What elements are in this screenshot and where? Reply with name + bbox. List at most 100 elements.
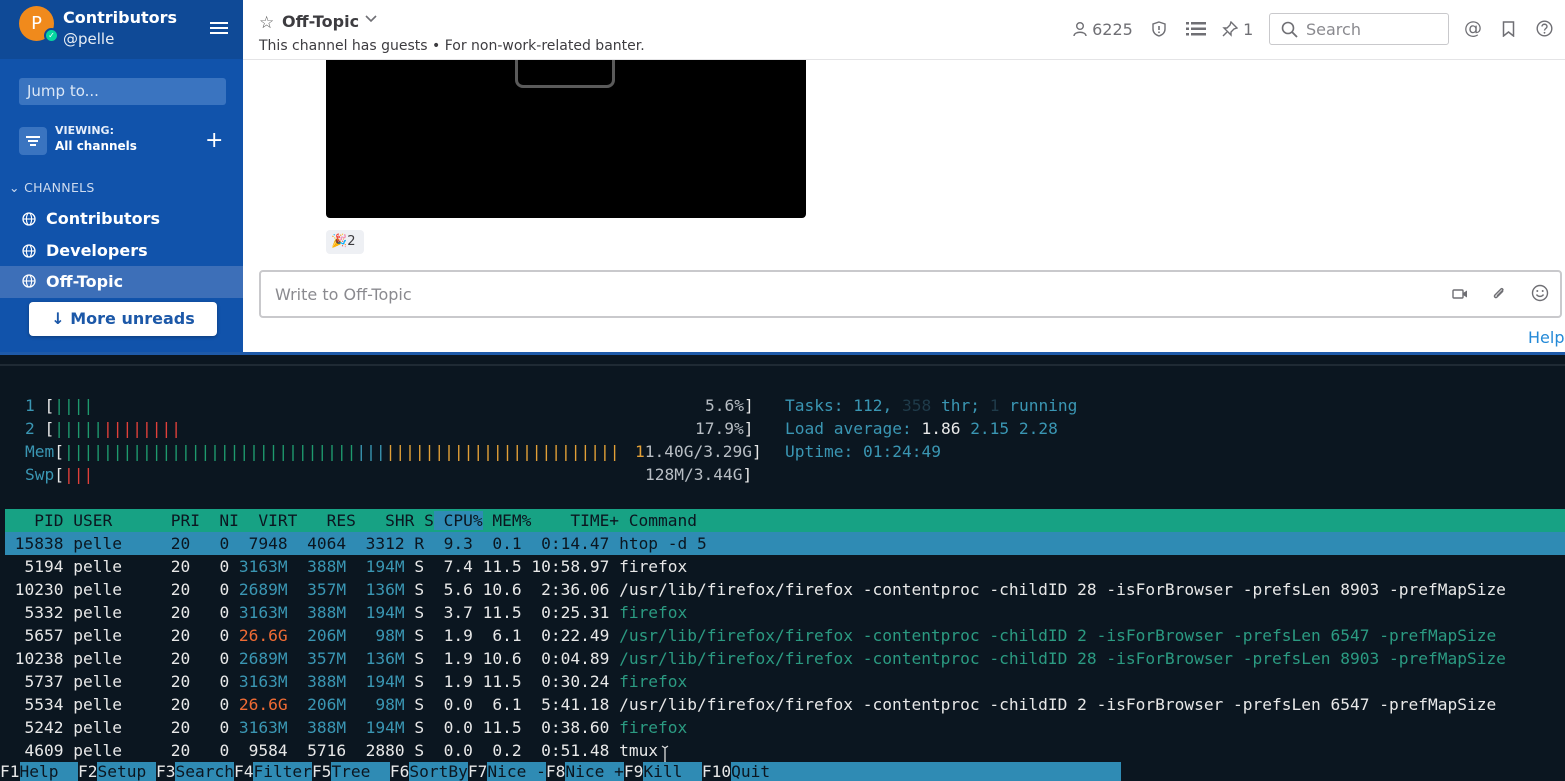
cell-time: 2:36.06	[521, 580, 610, 599]
column-header-time-[interactable]: TIME+	[531, 511, 619, 530]
chevron-down-icon[interactable]	[364, 14, 378, 24]
fkey-label-f3[interactable]: Search	[175, 762, 234, 781]
table-row[interactable]: 5657 pelle 20 0 26.6G 206M 98M S 1.9 6.1…	[5, 624, 1565, 647]
channels-header[interactable]: ⌄ CHANNELS	[9, 180, 95, 195]
table-row[interactable]: 4609 pelle 20 0 9584 5716 2880 S 0.0 0.2…	[5, 739, 1565, 762]
cell-cpu: 0.0	[424, 695, 473, 714]
table-row[interactable]: 10238 pelle 20 0 2689M 357M 136M S 1.9 1…	[5, 647, 1565, 670]
cell-user: pelle	[63, 626, 161, 645]
more-unreads-button[interactable]: ↓ More unreads	[29, 302, 217, 336]
cell-mem: 0.2	[472, 741, 522, 760]
table-row[interactable]: 5332 pelle 20 0 3163M 388M 194M S 3.7 11…	[5, 601, 1565, 624]
fkey-f10[interactable]: F10	[701, 762, 732, 781]
cell-res: 388M	[287, 672, 347, 691]
sidebar-item-developers[interactable]: Developers	[0, 237, 243, 269]
viewing-value[interactable]: All channels	[55, 139, 137, 153]
reaction-badge[interactable]: 🎉2	[326, 230, 364, 254]
table-row[interactable]: 5242 pelle 20 0 3163M 388M 194M S 0.0 11…	[5, 716, 1565, 739]
fkey-label-f4[interactable]: Filter	[253, 762, 312, 781]
uptime-value: 01:24:49	[862, 442, 941, 461]
video-player[interactable]	[326, 60, 806, 218]
help-icon[interactable]	[1536, 20, 1553, 40]
message-input[interactable]: Write to Off-Topic	[259, 270, 1562, 318]
column-header-pri[interactable]: PRI	[161, 511, 200, 530]
cell-shr: 194M	[346, 603, 405, 622]
fkey-f2[interactable]: F2	[77, 762, 98, 781]
cell-cpu: 1.9	[424, 672, 473, 691]
fkey-label-f2[interactable]: Setup	[97, 762, 156, 781]
fkey-f7[interactable]: F7	[467, 762, 488, 781]
cell-cmd: htop -d 5	[609, 534, 707, 553]
search-input[interactable]: Search	[1269, 13, 1449, 45]
fkey-f1[interactable]: F1	[0, 762, 20, 781]
table-row[interactable]: 5737 pelle 20 0 3163M 388M 194M S 1.9 11…	[5, 670, 1565, 693]
column-header-mem-[interactable]: MEM%	[483, 511, 531, 530]
column-header-ni[interactable]: NI	[200, 511, 239, 530]
channel-files-icon[interactable]	[1186, 20, 1206, 40]
saved-messages-icon[interactable]	[1502, 20, 1515, 40]
channel-view: ☆ Off-Topic This channel has guests • Fo…	[243, 0, 1565, 352]
uptime-line: Uptime: 01:24:49	[785, 440, 941, 463]
members-button[interactable]: 6225	[1073, 20, 1133, 40]
sidebar-item-contributors[interactable]: Contributors	[0, 205, 243, 237]
table-row[interactable]: 10230 pelle 20 0 2689M 357M 136M S 5.6 1…	[5, 578, 1565, 601]
help-link[interactable]: Help	[1528, 328, 1564, 347]
globe-icon	[22, 244, 36, 258]
cell-pri: 20	[160, 557, 191, 576]
fkey-f6[interactable]: F6	[389, 762, 410, 781]
sidebar-item-off-topic[interactable]: Off-Topic	[0, 266, 243, 298]
pinned-messages-button[interactable]: 1	[1222, 20, 1253, 40]
column-header-shr[interactable]: SHR	[356, 511, 414, 530]
mentions-icon[interactable]: @	[1464, 19, 1482, 39]
team-header[interactable]: P ✓ Contributors @pelle	[0, 0, 243, 59]
cell-virt: 2689M	[229, 649, 288, 668]
column-header-command[interactable]: Command	[619, 511, 697, 530]
tasks-count: 112,	[853, 396, 893, 415]
fkey-f9[interactable]: F9	[623, 762, 644, 781]
emoji-icon[interactable]	[1531, 284, 1549, 302]
cell-cpu: 1.9	[424, 649, 473, 668]
column-header-pid[interactable]: PID	[5, 511, 63, 530]
fkey-f5[interactable]: F5	[311, 762, 332, 781]
search-icon	[1281, 21, 1298, 38]
channel-title[interactable]: Off-Topic	[282, 12, 359, 31]
cell-pri: 20	[160, 603, 191, 622]
favorite-star-icon[interactable]: ☆	[259, 13, 274, 33]
fkey-label-f6[interactable]: SortBy	[409, 762, 468, 781]
attachment-icon[interactable]	[1491, 284, 1507, 302]
filter-icon[interactable]	[19, 127, 47, 155]
hamburger-menu-icon[interactable]	[210, 22, 228, 36]
mem-value-text: 1.40G/3.29G	[644, 442, 752, 461]
table-row[interactable]: 5194 pelle 20 0 3163M 388M 194M S 7.4 11…	[5, 555, 1565, 578]
cell-cmd: firefox	[609, 718, 688, 737]
cell-s: S	[404, 718, 425, 737]
cell-shr: 194M	[346, 557, 405, 576]
fkey-f3[interactable]: F3	[155, 762, 176, 781]
column-header-res[interactable]: RES	[297, 511, 356, 530]
table-row[interactable]: 15838 pelle 20 0 7948 4064 3312 R 9.3 0.…	[5, 532, 1565, 555]
fkey-label-f9[interactable]: Kill	[643, 762, 702, 781]
fkey-f4[interactable]: F4	[233, 762, 254, 781]
cell-virt: 9584	[229, 741, 288, 760]
process-table-header[interactable]: PID USER PRI NI VIRT RES SHR S CPU% MEM%…	[5, 509, 1565, 532]
cell-cmd: firefox	[609, 672, 688, 691]
add-channel-icon[interactable]: +	[205, 130, 223, 152]
column-header-s[interactable]: S	[414, 511, 434, 530]
fkey-label-f8[interactable]: Nice +	[565, 762, 624, 781]
column-header-cpu-[interactable]: CPU%	[433, 511, 483, 530]
sidebar-item-label: Developers	[46, 241, 148, 260]
column-header-virt[interactable]: VIRT	[239, 511, 297, 530]
play-button[interactable]	[515, 60, 615, 88]
table-row[interactable]: 5534 pelle 20 0 26.6G 206M 98M S 0.0 6.1…	[5, 693, 1565, 716]
fkey-label-f1[interactable]: Help	[19, 762, 78, 781]
fkey-label-f5[interactable]: Tree	[331, 762, 390, 781]
video-call-icon[interactable]	[1452, 287, 1468, 301]
fkey-f8[interactable]: F8	[545, 762, 566, 781]
fkey-label-f10[interactable]: Quit	[731, 762, 1121, 781]
shield-icon[interactable]	[1152, 20, 1166, 40]
jump-to-input[interactable]: Jump to...	[19, 78, 226, 105]
fkey-label-f7[interactable]: Nice -	[487, 762, 546, 781]
cell-ni: 0	[190, 626, 230, 645]
threads-label: thr;	[940, 396, 980, 415]
column-header-user[interactable]: USER	[63, 511, 160, 530]
